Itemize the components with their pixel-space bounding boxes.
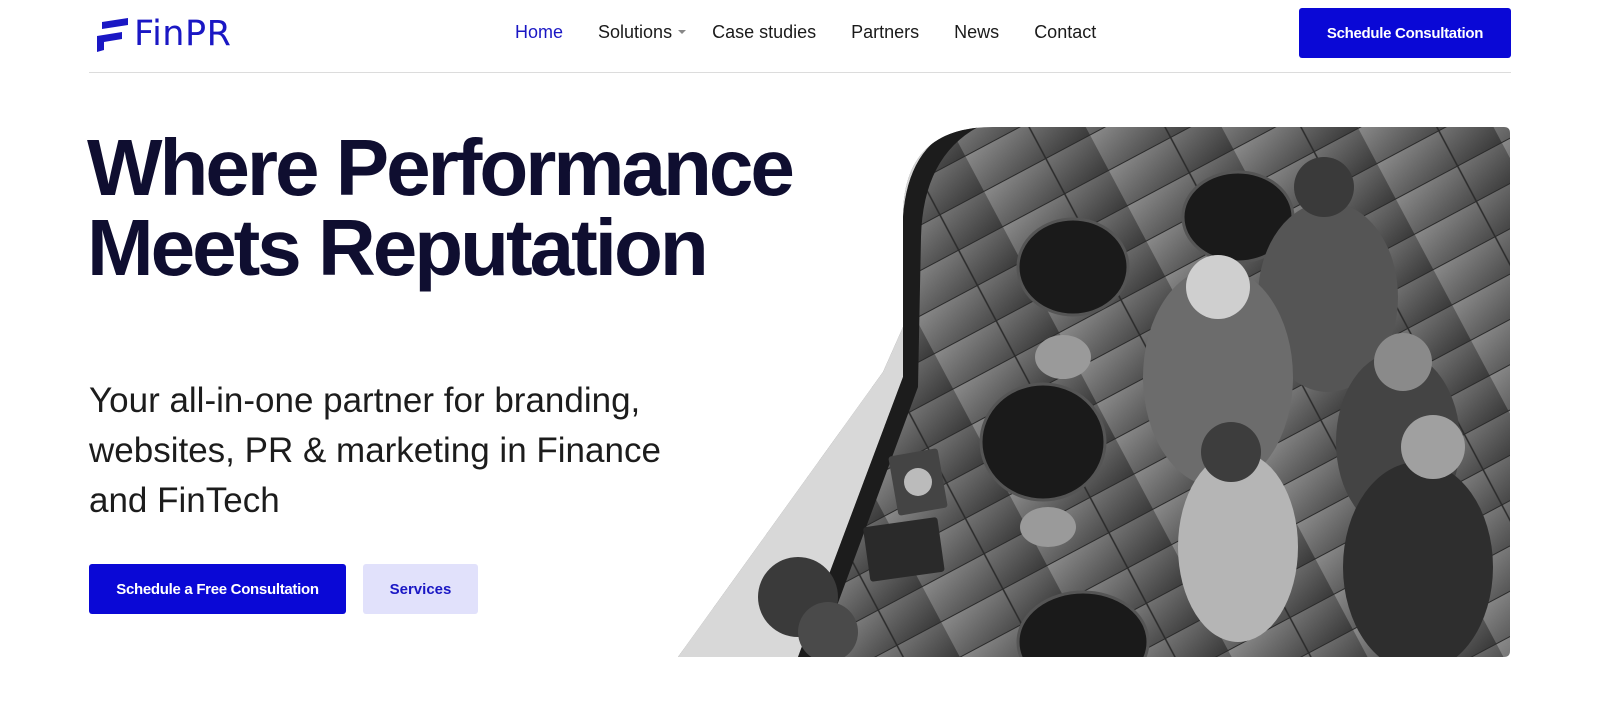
nav-case-studies[interactable]: Case studies bbox=[712, 22, 816, 43]
nav-partners[interactable]: Partners bbox=[851, 22, 919, 43]
services-button[interactable]: Services bbox=[363, 564, 478, 614]
headline-line-2: Meets Reputation bbox=[87, 203, 709, 292]
landing-page: FinPR Home Solutions Case studies Partne… bbox=[0, 0, 1600, 710]
finpr-logo-icon bbox=[97, 18, 128, 52]
nav-contact[interactable]: Contact bbox=[1034, 22, 1096, 43]
nav-news[interactable]: News bbox=[954, 22, 999, 43]
brand-name: FinPR bbox=[134, 14, 232, 54]
schedule-consultation-button[interactable]: Schedule Consultation bbox=[1299, 8, 1511, 58]
main-nav: Home Solutions Case studies Partners New… bbox=[515, 20, 1131, 44]
nav-home[interactable]: Home bbox=[515, 22, 563, 43]
schedule-free-consultation-button[interactable]: Schedule a Free Consultation bbox=[89, 564, 346, 614]
logo[interactable]: FinPR bbox=[94, 14, 231, 54]
team-office-photo bbox=[678, 127, 1510, 657]
site-header: FinPR Home Solutions Case studies Partne… bbox=[89, 0, 1511, 73]
nav-solutions[interactable]: Solutions bbox=[598, 21, 687, 43]
chevron-down-icon bbox=[678, 30, 687, 34]
hero-subtext: Your all-in-one partner for branding, we… bbox=[89, 381, 661, 520]
nav-solutions-label: Solutions bbox=[598, 21, 673, 42]
